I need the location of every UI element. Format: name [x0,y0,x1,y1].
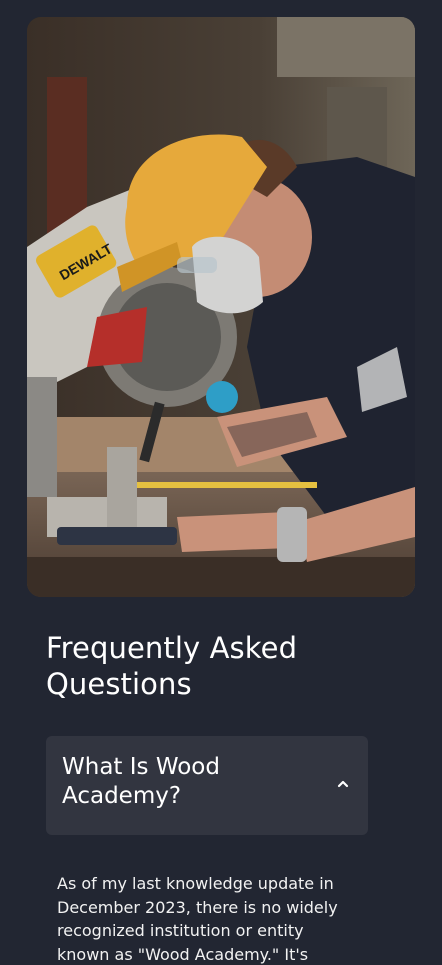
faq-title: Frequently Asked Questions [46,631,298,701]
faq-answer: As of my last knowledge update in Decemb… [57,874,338,964]
faq-question: What Is Wood Academy? [62,754,220,809]
hero-image: DEWALT [27,17,415,597]
page: DEWALT Frequently Asked Questions What I… [0,0,442,965]
hero-photo: DEWALT [27,17,415,597]
faq-item-what-is-wood-academy[interactable]: What Is Wood Academy? [46,736,368,835]
chevron-up-icon[interactable] [337,778,349,790]
